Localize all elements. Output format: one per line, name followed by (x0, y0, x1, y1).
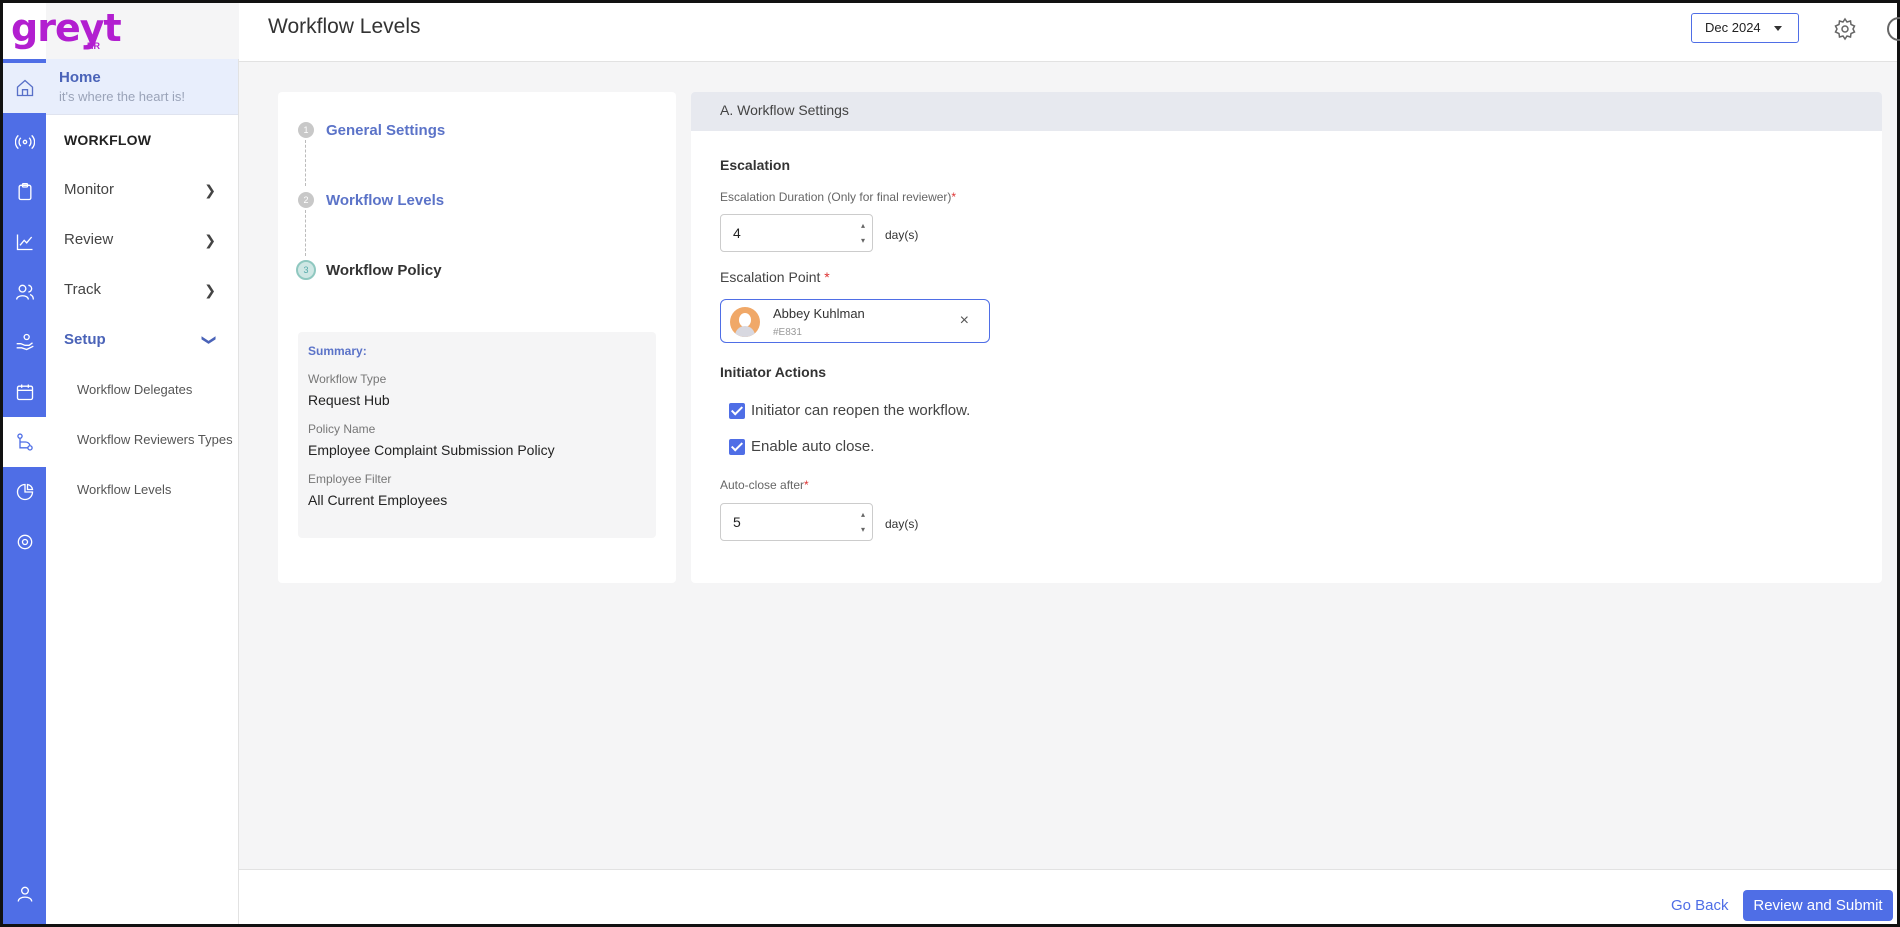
chevron-right-icon: ❯ (204, 232, 216, 248)
month-dropdown[interactable]: Dec 2024 (1691, 13, 1799, 43)
step-label: Workflow Levels (326, 191, 445, 209)
summary-panel: Summary: Workflow Type Request Hub Polic… (298, 332, 656, 538)
nav-item-label: Review (64, 231, 114, 248)
step-connector (305, 210, 306, 256)
required-mark: * (951, 190, 957, 204)
autoclose-after-unit: day(s) (885, 517, 919, 531)
escalation-duration-input[interactable]: 4 ▴ ▾ (720, 214, 873, 252)
employee-filter-value: All Current Employees (308, 492, 448, 508)
nav-subitem-workflow-levels[interactable]: Workflow Levels (46, 465, 238, 515)
escalation-duration-label: Escalation Duration (Only for final revi… (720, 190, 956, 204)
workflow-icon[interactable] (3, 417, 46, 467)
nav-item-review[interactable]: Review ❯ (46, 215, 238, 265)
close-icon[interactable]: × (960, 312, 969, 330)
footer-bar: Go Back Review and Submit (239, 869, 1897, 924)
autoclose-checkbox-label: Enable auto close. (751, 438, 875, 455)
nav-item-setup[interactable]: Setup ❯ (46, 315, 238, 365)
logo-wordmark: greyt (11, 6, 122, 50)
nav-item-label: Setup (64, 331, 106, 348)
hand-coin-icon[interactable] (3, 317, 46, 367)
page-title: Workflow Levels (268, 15, 421, 38)
logo-suffix: HR (87, 41, 100, 51)
reopen-checkbox-label: Initiator can reopen the workflow. (751, 402, 971, 419)
step-workflow-levels[interactable]: 2 Workflow Levels (298, 188, 444, 212)
step-general-settings[interactable]: 1 General Settings (298, 118, 445, 142)
chevron-right-icon: ❯ (204, 282, 216, 298)
broadcast-icon[interactable] (3, 117, 46, 167)
initiator-actions-title: Initiator Actions (720, 364, 827, 380)
settings-heading: A. Workflow Settings (691, 92, 1882, 131)
side-navigation: Home it's where the heart is! WORKFLOW M… (46, 59, 239, 924)
nav-home-title: Home (59, 69, 101, 86)
month-dropdown-value: Dec 2024 (1705, 20, 1761, 35)
reopen-checkbox-row[interactable]: Initiator can reopen the workflow. (729, 402, 970, 419)
escalation-duration-label-text: Escalation Duration (Only for final revi… (720, 190, 952, 204)
escalation-point-label: Escalation Point * (720, 269, 830, 285)
caret-down-icon (1774, 26, 1782, 31)
policy-name-value: Employee Complaint Submission Policy (308, 442, 555, 458)
workflow-settings-card: A. Workflow Settings Escalation Escalati… (691, 92, 1882, 583)
escalation-point-selector[interactable]: Abbey Kuhlman #E831 × (720, 299, 990, 343)
gear-icon[interactable] (1833, 17, 1857, 41)
workflow-type-label: Workflow Type (308, 372, 387, 386)
nav-item-label: Monitor (64, 181, 115, 198)
nav-home-tagline: it's where the heart is! (59, 89, 186, 104)
employee-filter-label: Employee Filter (308, 472, 392, 486)
step-label: Workflow Policy (326, 261, 442, 279)
reopen-checkbox[interactable] (729, 402, 745, 419)
greythr-logo[interactable]: greyt HR (11, 5, 122, 55)
review-and-submit-button[interactable]: Review and Submit (1743, 890, 1893, 921)
escalation-title: Escalation (720, 157, 791, 173)
top-header: Workflow Levels Dec 2024 (239, 3, 1900, 62)
autoclose-after-value: 5 (733, 514, 741, 530)
person-id: #E831 (773, 327, 802, 338)
step-workflow-policy[interactable]: 3 Workflow Policy (296, 258, 442, 282)
autoclose-after-input[interactable]: 5 ▴ ▾ (720, 503, 873, 541)
avatar (730, 307, 760, 337)
avatar-face (739, 313, 751, 327)
required-mark: * (804, 478, 809, 492)
workflow-type-value: Request Hub (308, 392, 390, 408)
clipboard-icon[interactable] (3, 167, 46, 217)
settings-icon[interactable] (3, 517, 46, 567)
step-label: General Settings (326, 121, 446, 139)
nav-home[interactable]: Home it's where the heart is! (46, 59, 238, 115)
avatar-body (735, 326, 755, 337)
autoclose-checkbox-row[interactable]: Enable auto close. (729, 438, 874, 455)
nav-item-label: Track (64, 281, 101, 298)
home-icon[interactable] (3, 63, 46, 113)
workflow-steps-card: 1 General Settings 2 Workflow Levels 3 W… (278, 92, 676, 583)
escalation-duration-unit: day(s) (885, 228, 919, 242)
stepper-arrows-icon[interactable]: ▴ ▾ (858, 218, 868, 248)
stepper-arrows-icon[interactable]: ▴ ▾ (858, 507, 868, 537)
calendar-icon[interactable] (3, 367, 46, 417)
chevron-down-icon: ❯ (202, 334, 219, 346)
policy-name-label: Policy Name (308, 422, 376, 436)
chevron-right-icon: ❯ (204, 182, 216, 198)
escalation-point-label-text: Escalation Point (720, 269, 825, 285)
pie-chart-icon[interactable] (3, 467, 46, 517)
step-number: 1 (298, 122, 314, 138)
chart-icon[interactable] (3, 217, 46, 267)
nav-item-monitor[interactable]: Monitor ❯ (46, 165, 238, 215)
escalation-duration-value: 4 (733, 225, 741, 241)
nav-section-workflow: WORKFLOW (64, 132, 152, 148)
step-number: 3 (296, 260, 316, 280)
nav-item-track[interactable]: Track ❯ (46, 265, 238, 315)
autoclose-after-label-text: Auto-close after (720, 478, 805, 492)
required-mark: * (824, 269, 830, 285)
person-name: Abbey Kuhlman (773, 306, 865, 321)
nav-subitem-workflow-reviewers-types[interactable]: Workflow Reviewers Types (46, 415, 238, 465)
autoclose-after-label: Auto-close after* (720, 478, 809, 492)
users-icon[interactable] (3, 267, 46, 317)
go-back-link[interactable]: Go Back (1671, 897, 1729, 914)
autoclose-checkbox[interactable] (729, 438, 745, 455)
icon-rail (3, 3, 46, 924)
summary-title: Summary: (308, 344, 367, 358)
nav-subitem-workflow-delegates[interactable]: Workflow Delegates (46, 365, 238, 415)
step-connector (305, 140, 306, 186)
step-number: 2 (298, 192, 314, 208)
profile-icon[interactable] (3, 869, 46, 919)
power-icon[interactable] (1887, 17, 1900, 41)
